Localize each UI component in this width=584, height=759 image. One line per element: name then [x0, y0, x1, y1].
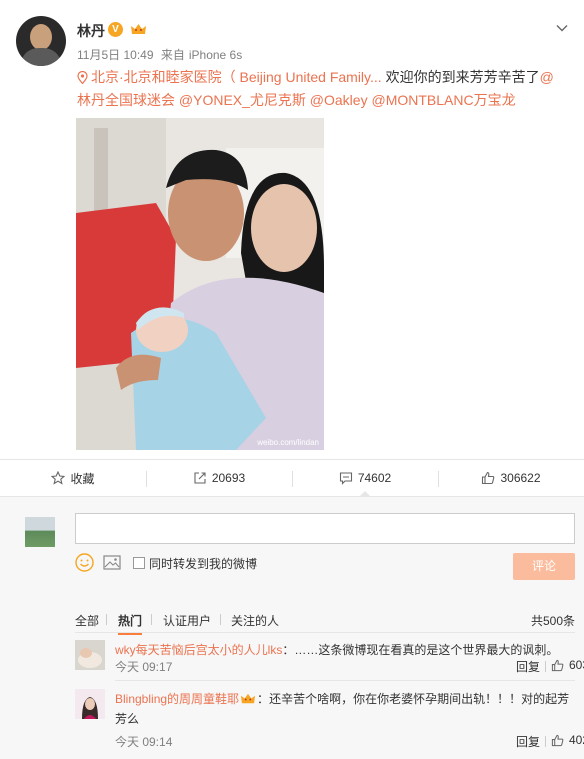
filter-divider [106, 614, 107, 625]
repost-label: 同时转发到我的微博 [149, 557, 258, 571]
comment-separator: ： [257, 692, 270, 706]
like-count: 306622 [500, 471, 541, 485]
footer-divider [545, 661, 546, 672]
like-button[interactable]: 306622 [438, 460, 584, 496]
action-bar: 收藏 20693 74602 306622 [0, 459, 584, 497]
filter-divider [220, 614, 221, 625]
comment-text: ……这条微博现在看真的是这个世界最大的讽刺。 [294, 643, 559, 657]
photo-watermark: weibo.com/lindan [256, 438, 319, 447]
weibo-post: 林丹 V 11月5日 10:49 来自 iPhone 6s 北京·北京和睦家医院（… [0, 0, 584, 459]
post-photo[interactable]: weibo.com/lindan [76, 118, 324, 450]
vip-crown-icon [241, 693, 256, 704]
post-meta: 11月5日 10:49 来自 iPhone 6s [77, 46, 246, 63]
comment-separator: ： [282, 643, 295, 657]
location-pin-icon [77, 71, 88, 84]
comment-like-count: 60376 [569, 658, 584, 672]
commenter-avatar[interactable] [75, 689, 105, 719]
comment-input[interactable] [75, 513, 575, 544]
star-icon [51, 471, 66, 485]
repost-icon [194, 472, 206, 484]
favorite-label: 收藏 [70, 471, 95, 486]
comment-footer: 今天 09:17 回复 60376 [115, 658, 584, 676]
comment-time: 今天 09:14 [115, 735, 173, 749]
reply-button[interactable]: 回复 [516, 658, 540, 675]
comment-time: 今天 09:17 [115, 660, 173, 674]
comment-section: 同时转发到我的微博 评论 全部 热门 认证用户 关注的人 共500条 wky每天… [0, 497, 584, 759]
vip-crown-icon [131, 24, 146, 34]
commenter-avatar[interactable] [75, 640, 105, 670]
comment-like-button[interactable]: 60376 [551, 658, 584, 672]
comment-filter-bar: 全部 热门 认证用户 关注的人 共500条 [75, 611, 575, 635]
reply-button[interactable]: 回复 [516, 733, 540, 750]
author-name[interactable]: 林丹 [77, 21, 105, 41]
post-date[interactable]: 11月5日 10:49 [77, 48, 154, 62]
comment-button[interactable]: 74602 [292, 460, 438, 497]
comment-count: 74602 [357, 471, 392, 485]
mention-yonex[interactable]: @YONEX_尤尼克斯 [179, 92, 306, 108]
favorite-button[interactable]: 收藏 [0, 460, 146, 496]
author-avatar[interactable] [16, 16, 66, 66]
comment-icon [339, 472, 352, 485]
location-link[interactable]: 北京·北京和睦家医院（ Beijing United Family... [91, 69, 382, 85]
filter-hot[interactable]: 热门 [118, 612, 143, 635]
commenter-name[interactable]: wky每天苦恼后宫太小的人儿lks [115, 643, 282, 657]
mention-oakley[interactable]: @Oakley [310, 92, 368, 108]
image-icon[interactable] [103, 555, 121, 570]
repost-button[interactable]: 20693 [146, 460, 292, 496]
comment-body: Blingbling的周周童鞋耶 ：还辛苦个啥啊，你在你老婆怀孕期间出轨！！！对的… [115, 689, 575, 729]
comment-divider [115, 680, 575, 681]
submit-comment-button[interactable]: 评论 [513, 553, 575, 580]
source-prefix: 来自 [160, 48, 185, 62]
filter-all[interactable]: 全部 [75, 612, 99, 629]
comment-like-count: 40277 [569, 733, 584, 747]
thumbs-up-icon [551, 659, 564, 671]
verified-icon: V [108, 22, 123, 37]
my-avatar[interactable] [25, 517, 55, 547]
filter-divider [151, 614, 152, 625]
post-text: 北京·北京和睦家医院（ Beijing United Family... 欢迎你… [77, 66, 567, 112]
filter-verified[interactable]: 认证用户 [163, 612, 211, 629]
footer-divider [545, 736, 546, 747]
comment-footer: 今天 09:14 回复 40277 [115, 733, 584, 751]
commenter-name[interactable]: Blingbling的周周童鞋耶 [115, 692, 239, 706]
repost-count: 20693 [211, 471, 246, 485]
filter-following[interactable]: 关注的人 [231, 612, 279, 629]
thumbs-up-icon [482, 471, 495, 485]
emoji-icon[interactable] [75, 553, 94, 572]
comment-body: wky每天苦恼后宫太小的人儿lks：……这条微博现在看真的是这个世界最大的讽刺。 [115, 640, 575, 660]
repost-checkbox[interactable] [133, 557, 145, 569]
thumbs-up-icon [551, 734, 564, 746]
chevron-down-icon[interactable] [556, 22, 568, 34]
comment-like-button[interactable]: 40277 [551, 733, 584, 747]
mention-montblanc[interactable]: @MONTBLANC万宝龙 [371, 92, 515, 108]
comment-total: 共500条 [530, 614, 575, 628]
post-source: iPhone 6s [188, 48, 243, 62]
post-body: 欢迎你的到来芳芳辛苦了 [381, 69, 540, 85]
